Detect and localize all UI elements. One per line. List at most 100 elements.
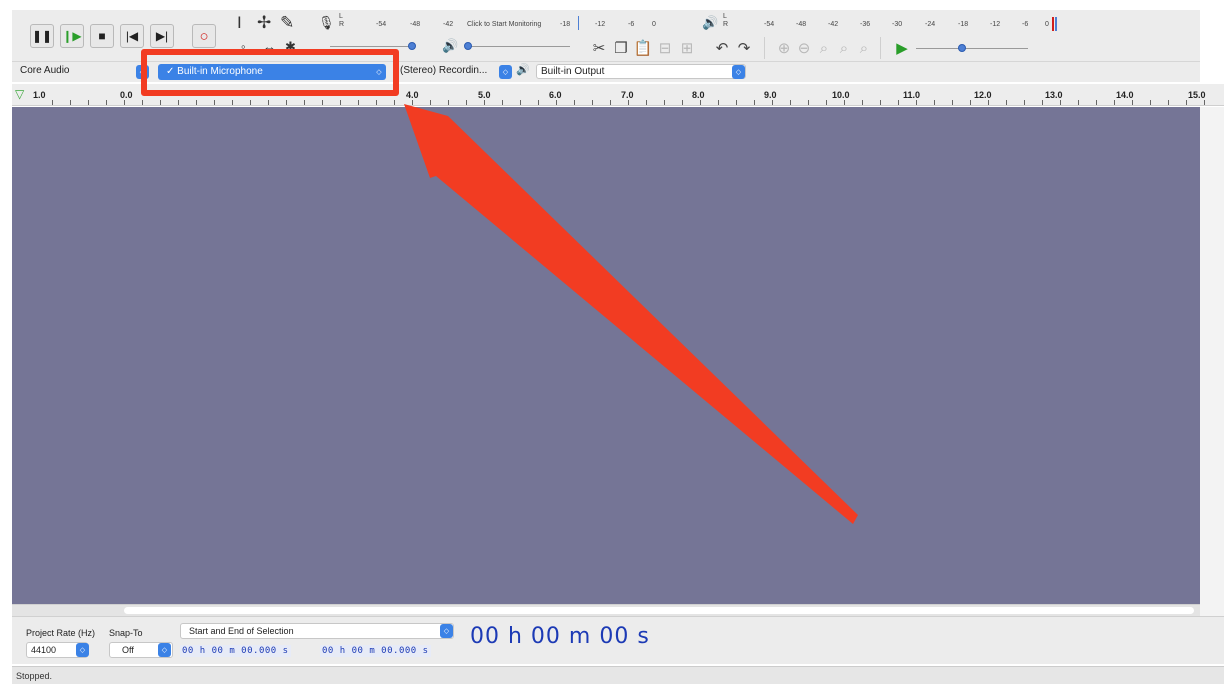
selection-tool-icon[interactable]: I xyxy=(237,14,242,31)
selection-start-time[interactable]: 00 h 00 m 00.000 s xyxy=(180,645,291,657)
ruler-tick xyxy=(610,100,611,105)
trim-icon[interactable]: ⊟ xyxy=(655,38,675,58)
ruler-tick xyxy=(1042,100,1043,105)
ruler-tick xyxy=(160,100,161,105)
playback-tick: 0 xyxy=(1045,21,1049,28)
playback-device-select[interactable]: Built-in Output xyxy=(536,64,746,79)
play-at-speed-icon[interactable]: ▶ xyxy=(892,38,912,58)
playback-peak-marker xyxy=(1052,17,1054,31)
selection-end-time[interactable]: 00 h 00 m 00.000 s xyxy=(320,645,431,657)
project-rate-dropdown-icon[interactable]: ◇ xyxy=(76,643,89,657)
ruler-label: 8.0 xyxy=(692,90,705,100)
ruler-tick xyxy=(1168,100,1169,105)
ruler-tick xyxy=(664,100,665,105)
playback-speaker-icon[interactable]: 🔊 xyxy=(702,16,718,29)
play-button[interactable]: ❙▶ xyxy=(60,24,84,48)
separator xyxy=(880,37,881,59)
ruler-tick xyxy=(106,100,107,105)
ruler-label: 10.0 xyxy=(832,90,850,100)
ruler-tick xyxy=(88,100,89,105)
project-rate-label: Project Rate (Hz) xyxy=(26,628,96,638)
vertical-scroll-area[interactable] xyxy=(1200,107,1224,616)
fit-selection-icon[interactable]: ⌕ xyxy=(814,38,834,58)
ruler-tick xyxy=(592,100,593,105)
envelope-tool-icon[interactable]: ✢ xyxy=(257,14,271,31)
ruler-tick xyxy=(952,100,953,105)
ruler-tick xyxy=(448,100,449,105)
skip-to-start-button[interactable]: |◀ xyxy=(120,24,144,48)
playback-speaker-icon: 🔊 xyxy=(516,64,530,76)
ruler-tick xyxy=(826,100,827,105)
timeline-options-icon[interactable]: ▽ xyxy=(15,87,24,101)
zoom-in-icon[interactable]: ⊕ xyxy=(774,38,794,58)
ruler-tick xyxy=(1186,100,1187,105)
ruler-tick xyxy=(880,100,881,105)
play-speed-slider[interactable] xyxy=(958,44,966,52)
selection-mode-dropdown-icon[interactable]: ◇ xyxy=(440,624,453,638)
pause-icon: ❚❚ xyxy=(31,29,53,43)
ruler-tick xyxy=(844,100,845,105)
ruler-tick xyxy=(1150,100,1151,105)
audio-host-select[interactable]: Core Audio xyxy=(16,64,142,79)
ruler-tick xyxy=(196,100,197,105)
ruler-tick xyxy=(1096,100,1097,105)
ruler-tick xyxy=(322,100,323,105)
ruler-tick xyxy=(718,100,719,105)
separator xyxy=(764,37,765,59)
microphone-icon[interactable]: 🎙 xyxy=(318,16,335,29)
skip-start-icon: |◀ xyxy=(125,29,139,43)
ruler-tick xyxy=(628,100,629,105)
undo-icon[interactable]: ↶ xyxy=(712,38,732,58)
ruler-tick xyxy=(1078,100,1079,105)
playback-meter-lr: LR xyxy=(723,13,729,28)
ruler-tick xyxy=(142,100,143,105)
playback-volume-slider[interactable] xyxy=(464,42,472,50)
copy-icon[interactable]: ❐ xyxy=(611,38,631,58)
playback-tick: -48 xyxy=(796,21,807,28)
ruler-tick xyxy=(268,100,269,105)
record-tick: -42 xyxy=(443,21,454,28)
record-tick: -18 xyxy=(560,21,571,28)
ruler-tick xyxy=(250,100,251,105)
recording-channels-select[interactable]: (Stereo) Recordin... xyxy=(400,65,487,76)
channels-dropdown-icon[interactable]: ◇ xyxy=(499,65,512,79)
ruler-tick xyxy=(178,100,179,105)
zoom-toggle-icon[interactable]: ⌕ xyxy=(854,38,874,58)
draw-tool-icon[interactable]: ✎ xyxy=(280,14,294,31)
ruler-tick xyxy=(772,100,773,105)
snap-to-label: Snap-To xyxy=(109,628,143,638)
playback-tick: -18 xyxy=(958,21,969,28)
ruler-tick xyxy=(682,100,683,105)
scrollbar-thumb[interactable] xyxy=(124,607,1194,614)
zoom-out-icon[interactable]: ⊖ xyxy=(794,38,814,58)
ruler-label: 1.0 xyxy=(33,90,46,100)
playback-tick: -54 xyxy=(764,21,775,28)
redo-icon[interactable]: ↷ xyxy=(734,38,754,58)
track-panel[interactable] xyxy=(12,107,1200,604)
ruler-label: 4.0 xyxy=(406,90,419,100)
playback-peak-marker xyxy=(1055,17,1057,31)
horizontal-scrollbar[interactable] xyxy=(12,604,1200,616)
record-volume-slider[interactable] xyxy=(408,42,416,50)
speaker-icon: 🔊 xyxy=(442,38,459,53)
silence-icon[interactable]: ⊞ xyxy=(677,38,697,58)
audio-position-display[interactable]: 00 h 00 m 00 s xyxy=(470,624,650,649)
ruler-label: 12.0 xyxy=(974,90,992,100)
monitor-label[interactable]: Click to Start Monitoring xyxy=(467,21,541,28)
fit-project-icon[interactable]: ⌕ xyxy=(834,38,854,58)
ruler-tick xyxy=(376,100,377,105)
paste-icon[interactable]: 📋 xyxy=(633,38,653,58)
record-tick: -6 xyxy=(628,21,635,28)
skip-to-end-button[interactable]: ▶| xyxy=(150,24,174,48)
ruler-tick xyxy=(214,100,215,105)
ruler-tick xyxy=(1114,100,1115,105)
playback-dropdown-icon[interactable]: ◇ xyxy=(732,65,745,79)
status-text: Stopped. xyxy=(16,671,53,681)
stop-button[interactable]: ■ xyxy=(90,24,114,48)
record-button[interactable]: ○ xyxy=(192,24,216,48)
pause-button[interactable]: ❚❚ xyxy=(30,24,54,48)
cut-icon[interactable]: ✂ xyxy=(589,38,609,58)
playback-tick: -24 xyxy=(925,21,936,28)
selection-mode-select[interactable]: Start and End of Selection xyxy=(180,623,454,639)
snap-dropdown-icon[interactable]: ◇ xyxy=(158,643,171,657)
